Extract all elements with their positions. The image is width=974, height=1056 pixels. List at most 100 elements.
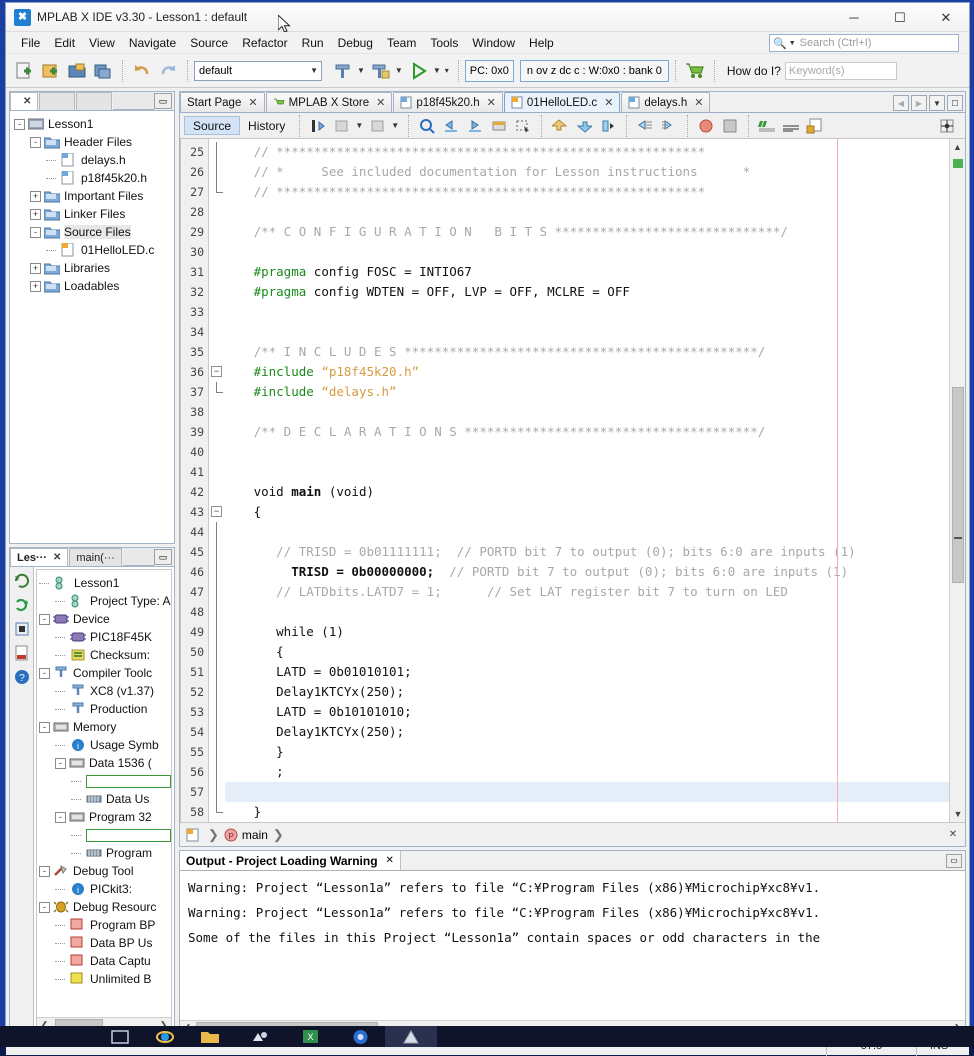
fold-marker-row[interactable]: − bbox=[209, 362, 225, 382]
search-input[interactable]: 🔍 ▼ Search (Ctrl+I) bbox=[769, 34, 959, 52]
menu-tools[interactable]: Tools bbox=[423, 34, 465, 52]
close-breadcrumb-icon[interactable]: ✕ bbox=[945, 827, 961, 843]
dashboard-tree-item[interactable]: Program bbox=[39, 844, 171, 862]
new-file-icon[interactable] bbox=[12, 58, 38, 84]
code-line[interactable] bbox=[225, 302, 949, 322]
dashboard-tree-item[interactable]: XC8 (v1.37) bbox=[39, 682, 171, 700]
fold-marker-row[interactable] bbox=[209, 442, 225, 462]
menu-team[interactable]: Team bbox=[380, 34, 423, 52]
code-line[interactable]: // LATDbits.LATD7 = 1; // Set LAT regist… bbox=[225, 582, 949, 602]
fold-marker-row[interactable] bbox=[209, 382, 225, 402]
taskbar-mplab-icon[interactable] bbox=[385, 1026, 437, 1047]
project-tree[interactable]: - Lesson1- Header Files delays.h p18f45k20.h… bbox=[10, 111, 174, 543]
tree-expander[interactable]: + bbox=[30, 190, 41, 202]
dashboard-tree-item[interactable]: Unlimited B bbox=[39, 970, 171, 988]
project-tree-item[interactable]: + Important Files bbox=[14, 187, 174, 205]
scroll-up-icon[interactable]: ▲ bbox=[950, 139, 965, 155]
dashboard-tree-item[interactable]: Project Type: Ap bbox=[39, 592, 171, 610]
close-icon[interactable]: ✕ bbox=[386, 855, 394, 866]
stop-icon[interactable] bbox=[12, 619, 32, 639]
code-line[interactable]: LATD = 0b01010101; bbox=[225, 662, 949, 682]
chevron-down-icon[interactable]: ▼ bbox=[433, 66, 441, 75]
tab-classes-placeholder[interactable] bbox=[76, 92, 113, 110]
shopping-cart-icon[interactable] bbox=[682, 58, 708, 84]
dashboard-tree-item[interactable]: Lesson1 bbox=[39, 574, 171, 592]
shift-left-icon[interactable] bbox=[548, 115, 572, 137]
forward-icon[interactable] bbox=[366, 115, 390, 137]
fold-marker-row[interactable] bbox=[209, 642, 225, 662]
toolbar-overflow-icon[interactable]: ▾ bbox=[445, 66, 449, 75]
tab-history[interactable]: History bbox=[240, 116, 293, 135]
prev-error-icon[interactable] bbox=[633, 115, 657, 137]
fold-marker-row[interactable] bbox=[209, 202, 225, 222]
fold-marker-row[interactable] bbox=[209, 422, 225, 442]
code-line[interactable]: Delay1KTCYx(250); bbox=[225, 682, 949, 702]
code-line[interactable] bbox=[225, 322, 949, 342]
fold-marker-row[interactable] bbox=[209, 322, 225, 342]
code-line[interactable]: { bbox=[225, 642, 949, 662]
toggle-bookmark-icon[interactable] bbox=[487, 115, 511, 137]
code-line[interactable]: #include “delays.h” bbox=[225, 382, 949, 402]
code-line[interactable]: /** D E C L A R A T I O N S ************… bbox=[225, 422, 949, 442]
menu-run[interactable]: Run bbox=[295, 34, 331, 52]
project-tree-item[interactable]: + Libraries bbox=[14, 259, 174, 277]
code-line[interactable] bbox=[225, 442, 949, 462]
fold-marker-row[interactable] bbox=[209, 162, 225, 182]
dashboard-tree-item[interactable]: i Usage Symb bbox=[39, 736, 171, 754]
menu-view[interactable]: View bbox=[82, 34, 122, 52]
fold-marker-row[interactable] bbox=[209, 522, 225, 542]
start-macro-icon[interactable] bbox=[596, 115, 620, 137]
code-line[interactable]: // *************************************… bbox=[225, 182, 949, 202]
how-do-i-input[interactable]: Keyword(s) bbox=[784, 61, 897, 80]
dashboard-tree-item[interactable]: - Device bbox=[39, 610, 171, 628]
new-project-icon[interactable] bbox=[38, 58, 64, 84]
fold-marker-row[interactable] bbox=[209, 622, 225, 642]
code-folding-column[interactable]: − − bbox=[209, 139, 225, 822]
help-icon[interactable]: ? bbox=[12, 667, 32, 687]
close-icon[interactable]: ✕ bbox=[23, 96, 31, 107]
tree-expander[interactable]: - bbox=[55, 811, 66, 823]
back-icon[interactable] bbox=[330, 115, 354, 137]
code-line-current[interactable] bbox=[225, 782, 949, 802]
tab-navigator[interactable]: main(··· bbox=[69, 548, 122, 566]
dashboard-tree[interactable]: Lesson1 Project Type: Ap - Device PIC18F45K C… bbox=[37, 570, 171, 1017]
code-line[interactable]: Delay1KTCYx(250); bbox=[225, 722, 949, 742]
fold-marker-row[interactable] bbox=[209, 282, 225, 302]
code-line[interactable] bbox=[225, 522, 949, 542]
code-line[interactable]: { bbox=[225, 502, 949, 522]
fold-marker-row[interactable] bbox=[209, 762, 225, 782]
toggle-rect-icon[interactable] bbox=[935, 115, 959, 137]
code-line[interactable]: } bbox=[225, 802, 949, 822]
taskbar-app-icon[interactable] bbox=[240, 1026, 280, 1047]
fold-marker-row[interactable] bbox=[209, 742, 225, 762]
code-line[interactable]: // * See included documentation for Less… bbox=[225, 162, 949, 182]
tree-expander[interactable]: - bbox=[14, 118, 25, 130]
dashboard-tree-item[interactable]: - Debug Tool bbox=[39, 862, 171, 880]
tree-expander[interactable]: + bbox=[30, 262, 41, 274]
code-line[interactable] bbox=[225, 462, 949, 482]
tab-files-placeholder[interactable] bbox=[39, 92, 76, 110]
code-line[interactable]: while (1) bbox=[225, 622, 949, 642]
dashboard-tree-item[interactable] bbox=[39, 772, 171, 790]
tree-expander[interactable]: - bbox=[39, 721, 50, 733]
project-tree-item[interactable]: + Loadables bbox=[14, 277, 174, 295]
dashboard-tree-item[interactable]: Data BP Us bbox=[39, 934, 171, 952]
taskbar-internet-explorer-icon[interactable] bbox=[145, 1026, 185, 1047]
chevron-down-icon[interactable]: ▼ bbox=[355, 121, 363, 130]
project-tree-item[interactable]: - Source Files bbox=[14, 223, 174, 241]
minimize-button[interactable]: ─ bbox=[831, 3, 877, 32]
fold-marker-row[interactable] bbox=[209, 182, 225, 202]
menu-navigate[interactable]: Navigate bbox=[122, 34, 183, 52]
tree-expander[interactable]: + bbox=[30, 208, 41, 220]
menu-edit[interactable]: Edit bbox=[47, 34, 82, 52]
fold-collapse-icon[interactable]: − bbox=[211, 366, 222, 377]
fold-marker-row[interactable] bbox=[209, 722, 225, 742]
close-icon[interactable]: ✕ bbox=[376, 96, 385, 109]
minimize-dashboard-button[interactable]: ▭ bbox=[154, 549, 172, 565]
next-bookmark-icon[interactable] bbox=[463, 115, 487, 137]
code-line[interactable]: LATD = 0b10101010; bbox=[225, 702, 949, 722]
taskbar-window-icon[interactable] bbox=[100, 1026, 140, 1047]
scroll-tabs-left-icon[interactable]: ◀ bbox=[893, 95, 909, 111]
tree-expander[interactable]: - bbox=[39, 613, 50, 625]
run-icon[interactable] bbox=[406, 58, 432, 84]
